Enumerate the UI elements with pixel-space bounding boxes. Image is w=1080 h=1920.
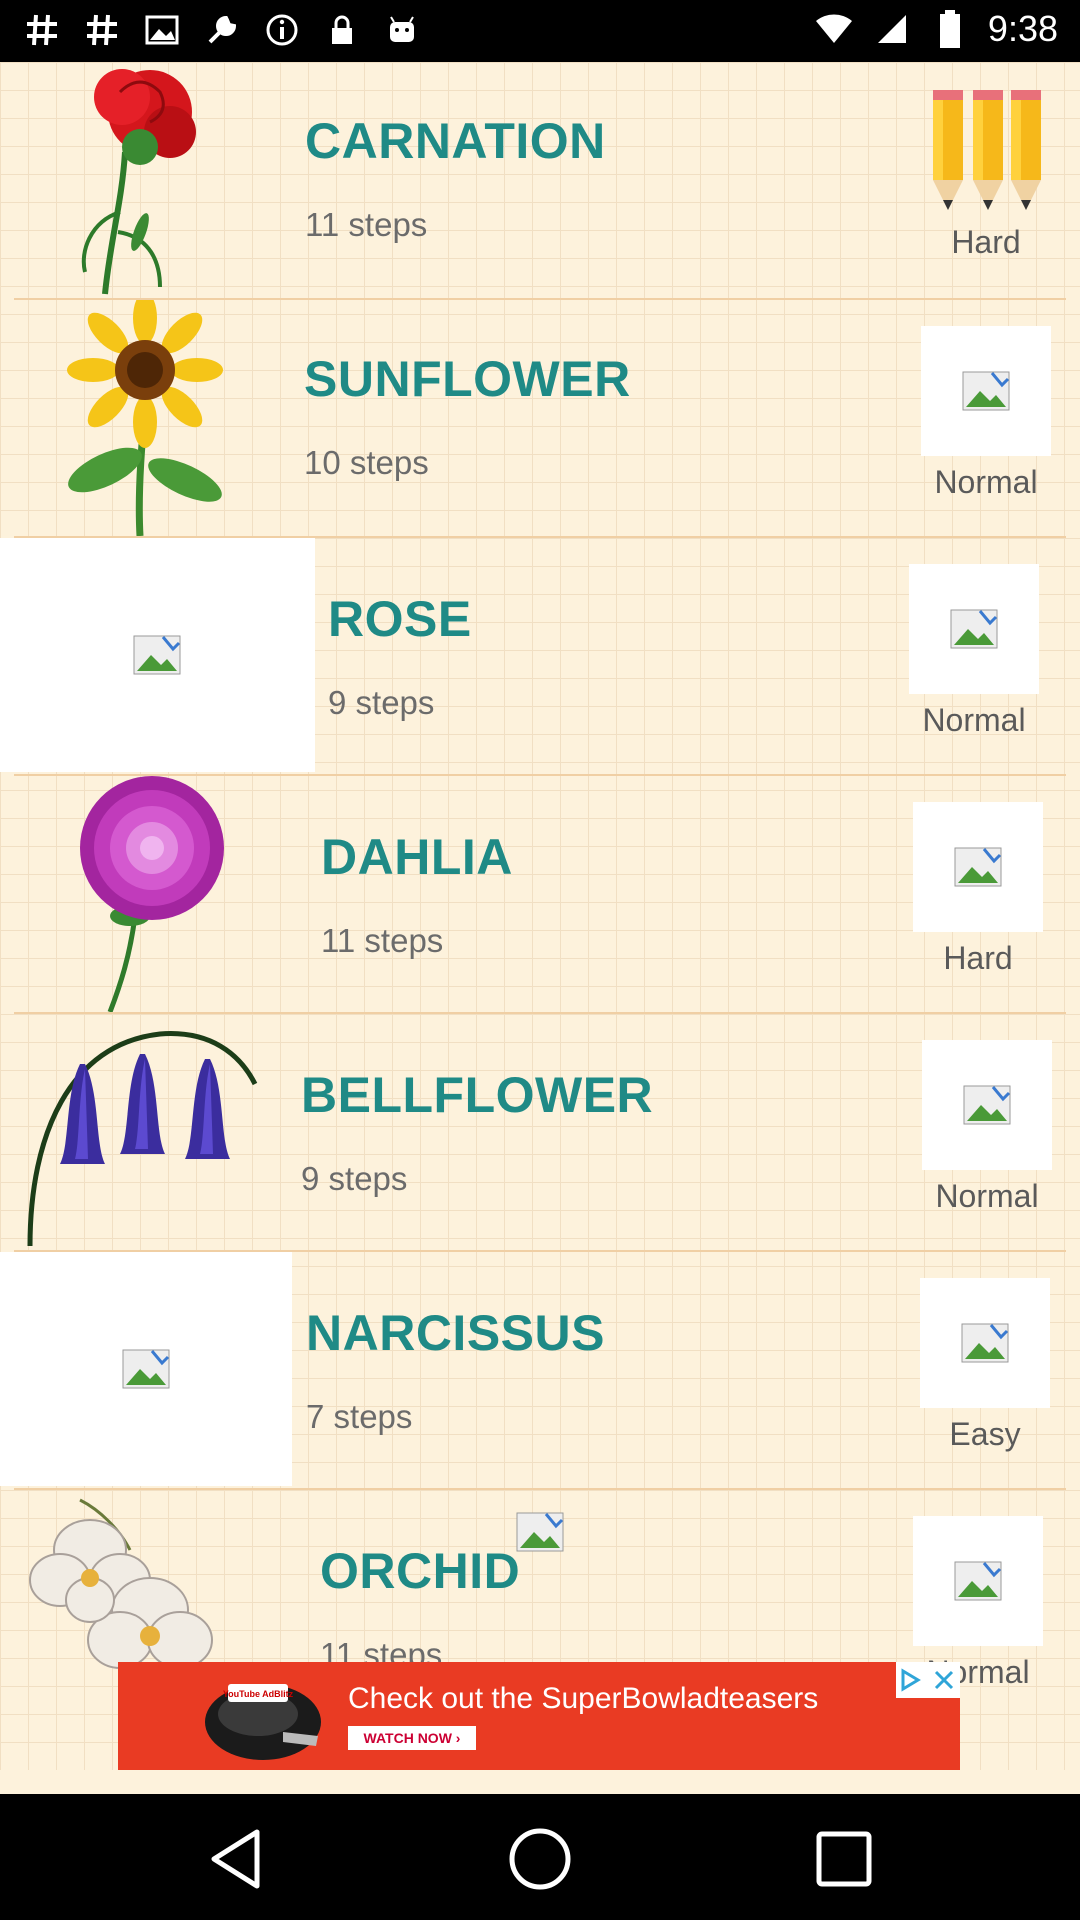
flower-name: BELLFLOWER	[301, 1067, 654, 1123]
list-item-rose[interactable]: ROSE 9 steps Normal	[0, 538, 1080, 776]
flower-steps: 9 steps	[328, 684, 435, 721]
ad-choices-icon[interactable]	[896, 1662, 924, 1698]
list-item-carnation[interactable]: CARNATION 11 steps Hard	[0, 62, 1080, 300]
flower-list[interactable]: CARNATION 11 steps Hard SUNFLOWER 10 ste…	[0, 62, 1080, 1794]
ad-watch-now-button[interactable]: WATCH NOW ›	[348, 1726, 476, 1750]
list-item-sunflower[interactable]: SUNFLOWER 10 steps Normal	[0, 292, 1080, 538]
wifi-icon	[814, 9, 854, 49]
broken-image-icon	[954, 1561, 1002, 1601]
difficulty-image-placeholder	[913, 1516, 1043, 1646]
broken-image-icon	[954, 847, 1002, 887]
difficulty-label: Hard	[951, 224, 1021, 260]
flower-steps: 10 steps	[304, 444, 429, 481]
broken-image-icon	[133, 635, 181, 675]
flower-name: CARNATION	[305, 113, 606, 169]
recents-icon[interactable]	[809, 1824, 879, 1894]
rose-image-placeholder	[0, 538, 315, 772]
info-icon	[262, 10, 302, 50]
ad-controls	[896, 1662, 960, 1698]
difficulty-pencils-icon	[928, 90, 1043, 214]
signal-icon	[872, 9, 912, 49]
ad-logo-text: YouTube AdBlitz	[223, 1689, 294, 1699]
flower-name: ORCHID	[320, 1543, 521, 1599]
difficulty-label: Hard	[943, 940, 1013, 976]
flower-name: DAHLIA	[321, 829, 513, 885]
narcissus-image-placeholder	[0, 1252, 292, 1486]
home-icon[interactable]	[505, 1824, 575, 1894]
hashtag-icon	[82, 10, 122, 50]
status-time: 9:38	[987, 8, 1058, 49]
difficulty-image-placeholder	[909, 564, 1039, 694]
ad-logo: YouTube AdBlitz	[188, 1672, 328, 1762]
wrench-icon	[202, 10, 242, 50]
list-item-bellflower[interactable]: BELLFLOWER 9 steps Normal	[0, 1014, 1080, 1252]
flower-name: SUNFLOWER	[304, 351, 631, 407]
broken-image-icon	[961, 1323, 1009, 1363]
image-icon	[142, 10, 182, 50]
carnation-image	[10, 62, 260, 298]
list-item-dahlia[interactable]: DAHLIA 11 steps Hard	[0, 776, 1080, 1014]
difficulty-image-placeholder	[913, 802, 1043, 932]
difficulty-label: Easy	[949, 1416, 1021, 1452]
navigation-bar	[0, 1794, 1080, 1920]
broken-image-icon	[962, 371, 1010, 411]
difficulty-label: Normal	[934, 464, 1038, 500]
hashtag-icon	[22, 10, 62, 50]
ad-close-icon[interactable]	[930, 1662, 958, 1698]
bellflower-image	[10, 1014, 260, 1250]
difficulty-image-placeholder	[922, 1040, 1052, 1170]
flower-name: ROSE	[328, 591, 472, 647]
sunflower-image	[10, 292, 260, 537]
difficulty-image-placeholder	[921, 326, 1051, 456]
battery-icon	[930, 9, 970, 49]
difficulty-image-placeholder	[920, 1278, 1050, 1408]
difficulty-label: Normal	[922, 702, 1026, 738]
ad-spacer	[0, 1770, 1080, 1794]
broken-image-icon	[122, 1349, 170, 1389]
flower-steps: 11 steps	[321, 922, 444, 959]
android-icon	[382, 10, 422, 50]
list-item-narcissus[interactable]: NARCISSUS 7 steps Easy	[0, 1252, 1080, 1490]
flower-steps: 9 steps	[301, 1160, 408, 1197]
flower-steps: 11 steps	[305, 206, 428, 243]
flower-steps: 7 steps	[306, 1398, 413, 1435]
broken-image-icon	[516, 1512, 564, 1552]
difficulty-label: Normal	[935, 1178, 1039, 1214]
ad-banner[interactable]: YouTube AdBlitz Check out the SuperBowla…	[118, 1662, 960, 1770]
ad-headline: Check out the SuperBowladteasers	[348, 1682, 819, 1715]
lock-icon	[322, 10, 362, 50]
back-icon[interactable]	[202, 1824, 272, 1894]
broken-image-icon	[950, 609, 998, 649]
status-bar: 9:38	[0, 0, 1080, 62]
dahlia-image	[10, 776, 260, 1013]
broken-image-icon	[963, 1085, 1011, 1125]
flower-name: NARCISSUS	[306, 1305, 605, 1361]
